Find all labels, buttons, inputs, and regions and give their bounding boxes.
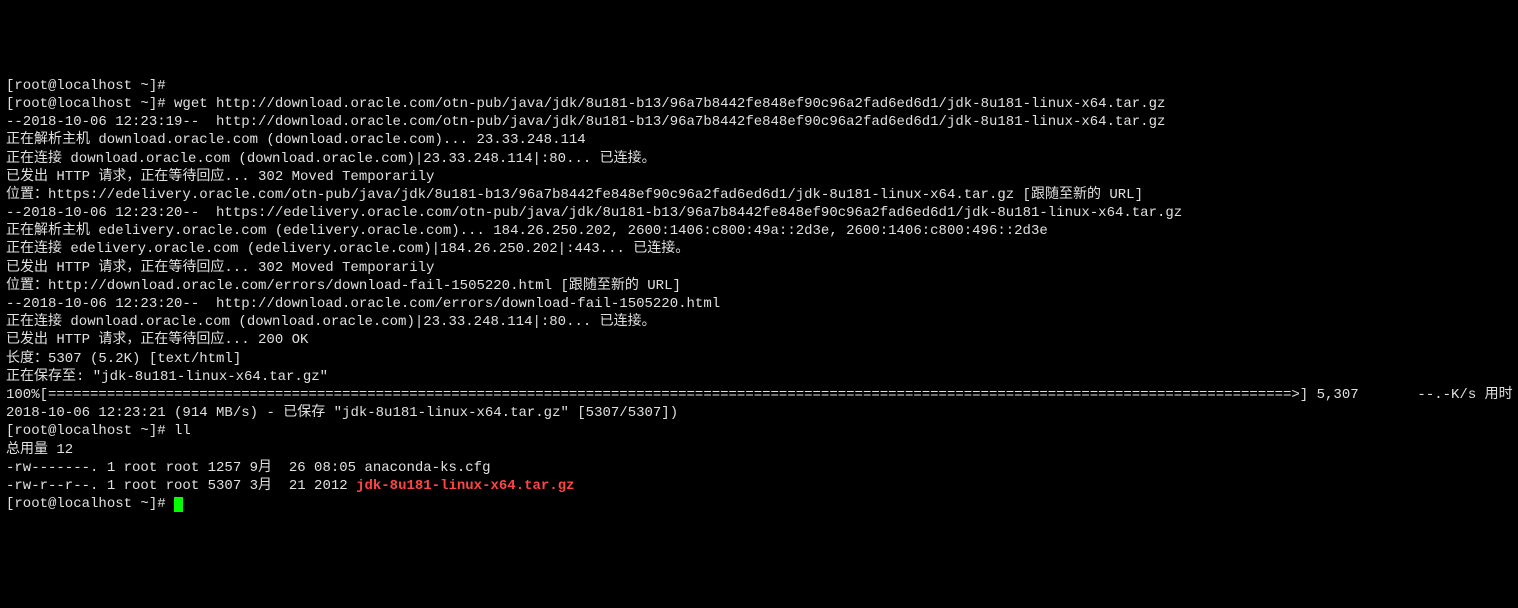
http-request-2: 已发出 HTTP 请求，正在等待回应... 302 Moved Temporar… bbox=[6, 259, 1512, 277]
http-request: 已发出 HTTP 请求，正在等待回应... 302 Moved Temporar… bbox=[6, 168, 1512, 186]
wget-timestamp-2: --2018-10-06 12:23:20-- https://edeliver… bbox=[6, 204, 1512, 222]
http-request-3: 已发出 HTTP 请求，正在等待回应... 200 OK bbox=[6, 331, 1512, 349]
prompt-line: [root@localhost ~]# bbox=[6, 77, 1512, 95]
total-size: 总用量 12 bbox=[6, 441, 1512, 459]
location-redirect-2: 位置：http://download.oracle.com/errors/dow… bbox=[6, 277, 1512, 295]
file-perms: -rw-r--r--. 1 root root 5307 3月 21 2012 bbox=[6, 478, 356, 494]
connecting: 正在连接 download.oracle.com (download.oracl… bbox=[6, 150, 1512, 168]
current-prompt: [root@localhost ~]# bbox=[6, 495, 1512, 513]
dns-resolve-2: 正在解析主机 edelivery.oracle.com (edelivery.o… bbox=[6, 222, 1512, 240]
wget-timestamp: --2018-10-06 12:23:19-- http://download.… bbox=[6, 113, 1512, 131]
file-name-archive: jdk-8u181-linux-x64.tar.gz bbox=[356, 478, 574, 494]
ll-command: ll bbox=[174, 423, 191, 439]
content-length: 长度：5307 (5.2K) [text/html] bbox=[6, 350, 1512, 368]
saving-to: 正在保存至: "jdk-8u181-linux-x64.tar.gz" bbox=[6, 368, 1512, 386]
cursor-icon[interactable] bbox=[174, 497, 183, 512]
command-line-ll: [root@localhost ~]# ll bbox=[6, 422, 1512, 440]
file-entry: -rw-r--r--. 1 root root 5307 3月 21 2012 … bbox=[6, 477, 1512, 495]
wget-command: wget http://download.oracle.com/otn-pub/… bbox=[174, 96, 1165, 112]
wget-timestamp-3: --2018-10-06 12:23:20-- http://download.… bbox=[6, 295, 1512, 313]
connecting-3: 正在连接 download.oracle.com (download.oracl… bbox=[6, 313, 1512, 331]
shell-prompt: [root@localhost ~]# bbox=[6, 496, 174, 512]
location-redirect: 位置：https://edelivery.oracle.com/otn-pub/… bbox=[6, 186, 1512, 204]
shell-prompt: [root@localhost ~]# bbox=[6, 96, 174, 112]
dns-resolve: 正在解析主机 download.oracle.com (download.ora… bbox=[6, 131, 1512, 149]
file-entry: -rw-------. 1 root root 1257 9月 26 08:05… bbox=[6, 459, 1512, 477]
progress-bar: 100%[===================================… bbox=[6, 386, 1512, 404]
terminal-output[interactable]: [root@localhost ~]#[root@localhost ~]# w… bbox=[6, 77, 1512, 514]
connecting-2: 正在连接 edelivery.oracle.com (edelivery.ora… bbox=[6, 240, 1512, 258]
shell-prompt: [root@localhost ~]# bbox=[6, 423, 174, 439]
command-line-wget: [root@localhost ~]# wget http://download… bbox=[6, 95, 1512, 113]
download-complete: 2018-10-06 12:23:21 (914 MB/s) - 已保存 "jd… bbox=[6, 404, 1512, 422]
